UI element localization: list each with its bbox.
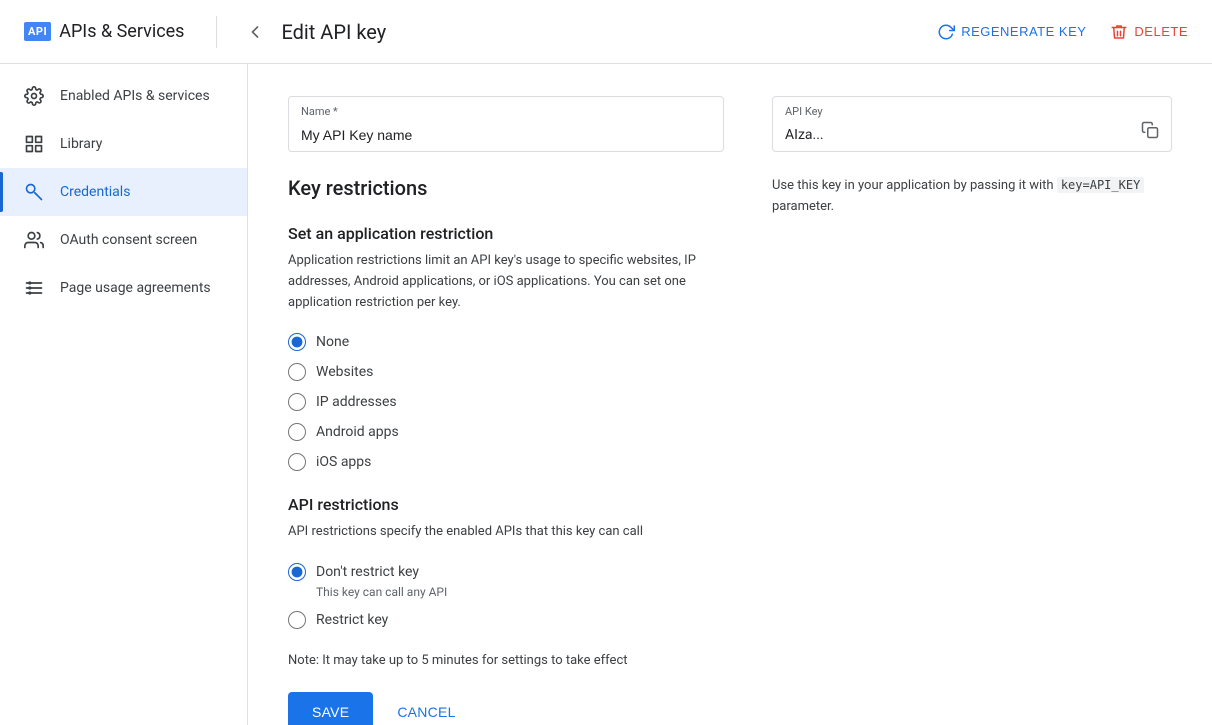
- radio-none[interactable]: None: [288, 333, 724, 351]
- page-title: Edit API key: [281, 20, 386, 44]
- radio-dont-restrict-label: Don't restrict key: [316, 564, 419, 580]
- trash-icon: [1110, 23, 1128, 41]
- key-restrictions-title: Key restrictions: [288, 176, 724, 200]
- name-field-wrapper: Name *: [288, 96, 724, 152]
- sidebar-label-enabled-apis: Enabled APIs & services: [60, 88, 210, 104]
- api-key-field-wrapper: API Key AIza...: [772, 96, 1172, 152]
- library-icon: [24, 134, 44, 154]
- radio-none-label: None: [316, 334, 349, 350]
- radio-restrict-key[interactable]: Restrict key: [288, 611, 724, 629]
- regenerate-key-button[interactable]: REGENERATE KEY: [937, 23, 1086, 41]
- main-content: Name * Key restrictions Set an applicati…: [248, 64, 1212, 725]
- people-icon: [24, 230, 44, 250]
- radio-websites-label: Websites: [316, 364, 373, 380]
- sidebar-item-page-usage[interactable]: Page usage agreements: [0, 264, 247, 312]
- sidebar-item-oauth[interactable]: OAuth consent screen: [0, 216, 247, 264]
- app-restriction-radio-group: None Websites IP addresses: [288, 333, 724, 471]
- sidebar-item-library[interactable]: Library: [0, 120, 247, 168]
- radio-ios-input[interactable]: [288, 453, 306, 471]
- regenerate-key-label: REGENERATE KEY: [961, 24, 1086, 39]
- api-key-value: AIza...: [785, 107, 1159, 143]
- sidebar-label-library: Library: [60, 136, 102, 152]
- radio-android-input[interactable]: [288, 423, 306, 441]
- sidebar-label-page-usage: Page usage agreements: [60, 280, 211, 296]
- radio-android-label: Android apps: [316, 424, 399, 440]
- name-field-label: Name *: [301, 105, 338, 118]
- two-col-layout: Name * Key restrictions Set an applicati…: [288, 96, 1172, 725]
- sidebar-label-credentials: Credentials: [60, 184, 130, 200]
- top-header: API APIs & Services Edit API key REGENER…: [0, 0, 1212, 64]
- page-title-area: Edit API key: [241, 18, 937, 46]
- radio-none-input[interactable]: [288, 333, 306, 351]
- radio-ios-label: iOS apps: [316, 454, 371, 470]
- radio-websites[interactable]: Websites: [288, 363, 724, 381]
- back-arrow-icon: [245, 22, 265, 42]
- save-button[interactable]: SAVE: [288, 692, 373, 725]
- back-button[interactable]: [241, 18, 269, 46]
- key-icon: [24, 182, 44, 202]
- radio-ip-label: IP addresses: [316, 394, 397, 410]
- header-divider: [216, 16, 217, 48]
- api-restriction-title: API restrictions: [288, 495, 724, 514]
- api-key-label: API Key: [785, 105, 823, 118]
- sidebar-item-credentials[interactable]: Credentials: [0, 168, 247, 216]
- header-actions: REGENERATE KEY DELETE: [937, 23, 1188, 41]
- api-key-hint-code: key=API_KEY: [1057, 177, 1144, 193]
- gear-icon: [24, 86, 44, 106]
- left-column: Name * Key restrictions Set an applicati…: [288, 96, 724, 725]
- radio-websites-input[interactable]: [288, 363, 306, 381]
- api-key-hint-text: Use this key in your application by pass…: [772, 178, 1054, 193]
- radio-restrict-key-input[interactable]: [288, 611, 306, 629]
- app-restriction-title: Set an application restriction: [288, 224, 724, 243]
- radio-android-apps[interactable]: Android apps: [288, 423, 724, 441]
- brand-name: APIs & Services: [59, 21, 184, 42]
- api-key-hint-suffix: parameter.: [772, 199, 834, 214]
- radio-dont-restrict[interactable]: Don't restrict key: [288, 563, 724, 581]
- sidebar-label-oauth: OAuth consent screen: [60, 232, 197, 248]
- api-key-field-group: API Key AIza...: [772, 96, 1172, 152]
- name-input[interactable]: [301, 107, 711, 143]
- radio-restrict-key-label: Restrict key: [316, 612, 388, 628]
- api-logo: API: [24, 22, 51, 41]
- dont-restrict-sublabel: This key can call any API: [316, 585, 724, 599]
- sidebar: Enabled APIs & services Library: [0, 64, 248, 725]
- radio-ios-apps[interactable]: iOS apps: [288, 453, 724, 471]
- list-icon: [24, 278, 44, 298]
- regenerate-icon: [937, 23, 955, 41]
- name-field-group: Name *: [288, 96, 724, 152]
- radio-ip-input[interactable]: [288, 393, 306, 411]
- radio-ip-addresses[interactable]: IP addresses: [288, 393, 724, 411]
- action-buttons: SAVE CANCEL: [288, 692, 724, 725]
- copy-api-key-button[interactable]: [1137, 117, 1163, 143]
- app-restriction-desc: Application restrictions limit an API ke…: [288, 251, 724, 313]
- key-restrictions-section: Key restrictions Set an application rest…: [288, 176, 724, 725]
- right-column: API Key AIza... Use this key in your app…: [772, 96, 1172, 725]
- radio-dont-restrict-input[interactable]: [288, 563, 306, 581]
- delete-key-button[interactable]: DELETE: [1110, 23, 1188, 41]
- api-restriction-desc: API restrictions specify the enabled API…: [288, 522, 724, 543]
- cancel-button[interactable]: CANCEL: [389, 692, 463, 725]
- main-layout: Enabled APIs & services Library: [0, 64, 1212, 725]
- api-restriction-section: API restrictions API restrictions specif…: [288, 495, 724, 629]
- sidebar-item-enabled-apis[interactable]: Enabled APIs & services: [0, 72, 247, 120]
- delete-key-label: DELETE: [1134, 24, 1188, 39]
- api-key-hint: Use this key in your application by pass…: [772, 176, 1172, 218]
- api-restriction-radio-group: Don't restrict key This key can call any…: [288, 563, 724, 629]
- app-restriction-section: Set an application restriction Applicati…: [288, 224, 724, 471]
- copy-icon: [1141, 121, 1159, 139]
- settings-note: Note: It may take up to 5 minutes for se…: [288, 653, 724, 668]
- brand-logo: API APIs & Services: [24, 21, 184, 42]
